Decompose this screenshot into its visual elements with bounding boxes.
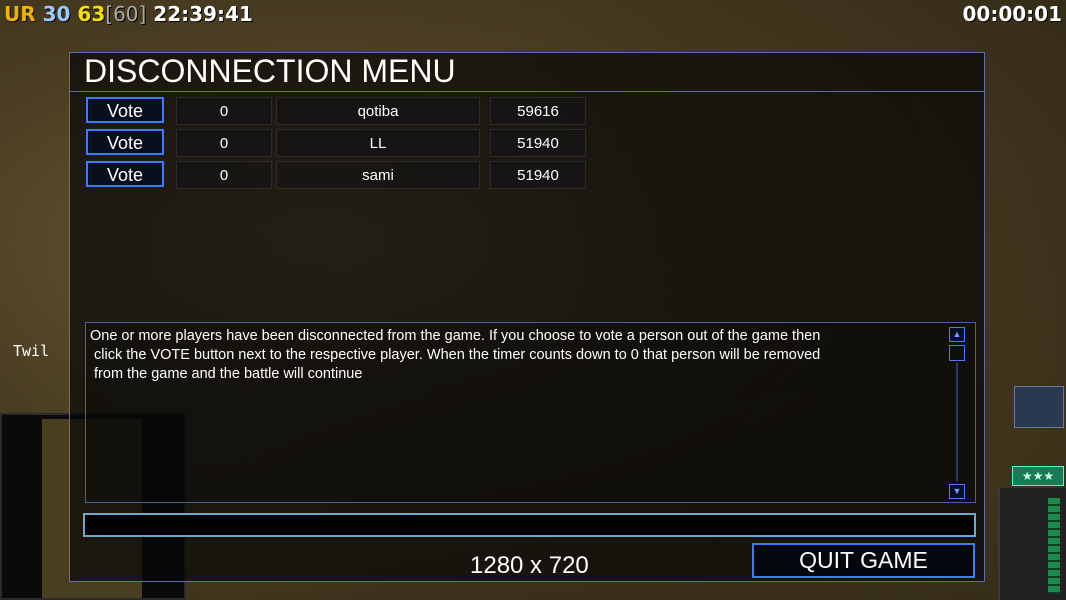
scroll-track[interactable] bbox=[956, 363, 958, 481]
disconnection-dialog: DISCONNECTION MENU Vote 0 qotiba 59616 V… bbox=[69, 52, 985, 582]
vote-button[interactable]: Vote bbox=[86, 129, 164, 155]
rank-stars: ★★★ bbox=[1012, 466, 1064, 486]
game-timer: 00:00:01 bbox=[962, 2, 1063, 26]
player-name: qotiba bbox=[276, 97, 480, 125]
chat-input[interactable] bbox=[83, 513, 976, 537]
vote-button[interactable]: Vote bbox=[86, 97, 164, 123]
satellite-icon[interactable] bbox=[1014, 386, 1064, 428]
power-bar bbox=[1048, 498, 1060, 594]
message-text: One or more players have been disconnect… bbox=[90, 328, 821, 382]
vote-count: 0 bbox=[176, 129, 272, 157]
vote-count: 0 bbox=[176, 97, 272, 125]
player-timeout: 51940 bbox=[490, 129, 586, 157]
vote-button[interactable]: Vote bbox=[86, 161, 164, 187]
dialog-title: DISCONNECTION MENU bbox=[84, 53, 456, 89]
player-name: sami bbox=[276, 161, 480, 189]
power-panel bbox=[998, 488, 1066, 600]
vote-count: 0 bbox=[176, 161, 272, 189]
player-timeout: 59616 bbox=[490, 97, 586, 125]
hud-value-60: [60] bbox=[105, 2, 147, 26]
quit-game-button[interactable]: QUIT GAME bbox=[752, 543, 975, 578]
scroll-up-arrow-icon[interactable]: ▲ bbox=[949, 327, 965, 342]
side-label: Twil bbox=[13, 342, 50, 360]
title-divider bbox=[70, 91, 984, 92]
hud-clock: 22:39:41 bbox=[153, 2, 253, 26]
scroll-thumb[interactable] bbox=[949, 345, 965, 361]
scroll-down-arrow-icon[interactable]: ▼ bbox=[949, 484, 965, 499]
hud-value-30: 30 bbox=[42, 2, 71, 26]
message-scrollbar[interactable]: ▲ ▼ bbox=[949, 327, 965, 499]
hud-stats: UR 30 63[60] 22:39:41 bbox=[4, 2, 253, 26]
player-timeout: 51940 bbox=[490, 161, 586, 189]
hud-value-63: 63 bbox=[77, 2, 106, 26]
message-box: One or more players have been disconnect… bbox=[85, 322, 976, 503]
player-name: LL bbox=[276, 129, 480, 157]
hud-ur: UR bbox=[4, 2, 36, 26]
resolution-label: 1280 x 720 bbox=[470, 552, 589, 579]
